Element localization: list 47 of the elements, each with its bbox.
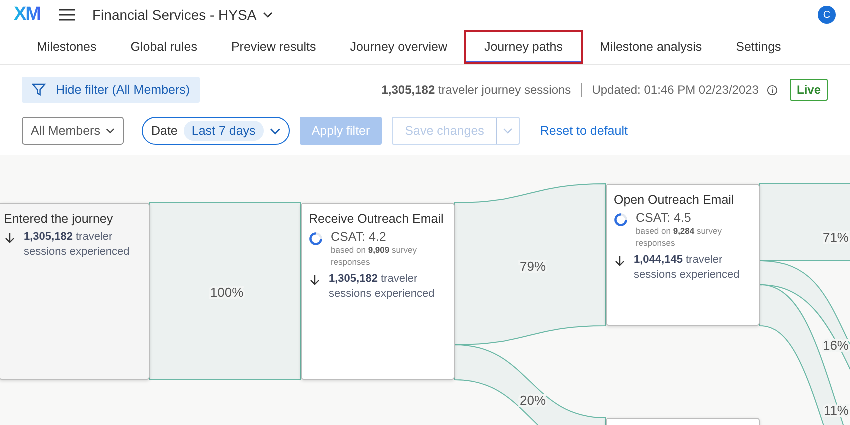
flow-percentage: 100% — [210, 285, 244, 300]
tab[interactable]: Journey paths — [464, 30, 583, 64]
updated-time: Updated: 01:46 PM 02/23/2023 — [592, 83, 759, 97]
session-count: 1,305,182 traveler sessions experienced — [24, 230, 131, 260]
milestone-title: Receive Outreach Email — [309, 212, 445, 226]
caret-icon — [106, 128, 116, 134]
flow-percentage: 79% — [520, 259, 546, 274]
csat-ring-icon — [614, 213, 628, 227]
hide-filter-button[interactable]: Hide filter (All Members) — [22, 77, 200, 103]
tab[interactable]: Journey overview — [333, 30, 464, 64]
survey-note: based on 9,909 survey responses — [331, 244, 418, 269]
menu-icon[interactable] — [58, 9, 74, 21]
csat-score: CSAT: 4.2 — [331, 230, 388, 244]
milestone-title: Open Outreach Email — [614, 193, 736, 207]
members-dropdown[interactable]: All Members — [22, 117, 124, 145]
live-badge: Live — [790, 79, 828, 101]
date-label: Date — [151, 124, 178, 138]
milestone-card[interactable]: Entered the journey 1,305,182 traveler sessions experienced — [0, 203, 150, 380]
flow-percentage: 20% — [520, 393, 546, 408]
session-count: 1,044,145 traveler sessions experienced — [634, 252, 741, 284]
csat-ring-icon — [309, 232, 323, 246]
info-icon[interactable] — [766, 84, 778, 96]
tab[interactable]: Milestones — [20, 30, 114, 64]
caret-icon — [270, 128, 281, 134]
arrow-down-icon — [614, 254, 626, 267]
caret-icon — [503, 128, 514, 134]
user-avatar[interactable]: C — [818, 6, 836, 24]
arrow-down-icon — [309, 274, 321, 286]
milestone-card[interactable]: Open Outreach Email CSAT: 4.5 based on 9,284 survey responses 1,044,145 traveler sessions experienced — [606, 184, 760, 326]
session-count: 1,305,182 traveler journey sessions — [382, 83, 572, 97]
filter-icon — [32, 83, 46, 97]
tab[interactable]: Milestone analysis — [583, 30, 720, 64]
date-filter[interactable]: Date Last 7 days — [142, 117, 290, 145]
project-selector[interactable]: Financial Services - HYSA — [92, 7, 273, 23]
session-count: 1,305,182 traveler sessions experienced — [329, 272, 436, 302]
date-range-chip[interactable]: Last 7 days — [184, 121, 264, 141]
arrow-down-icon — [4, 232, 16, 244]
caret-icon — [262, 12, 273, 18]
survey-note: based on 9,284 survey responses — [636, 225, 724, 250]
reset-to-default-link[interactable]: Reset to default — [540, 124, 628, 138]
milestone-title: Entered the journey — [4, 212, 114, 226]
milestone-card[interactable]: Receive Outreach Email CSAT: 4.2 based on 9,909 survey responses 1,305,182 traveler sessions experienced — [301, 203, 455, 380]
tab[interactable]: Settings — [719, 30, 798, 64]
tab[interactable]: Global rules — [114, 30, 214, 64]
flow-percentage: 71% — [822, 230, 849, 245]
tab[interactable]: Preview results — [214, 30, 334, 64]
csat-score: CSAT: 4.5 — [636, 211, 692, 225]
